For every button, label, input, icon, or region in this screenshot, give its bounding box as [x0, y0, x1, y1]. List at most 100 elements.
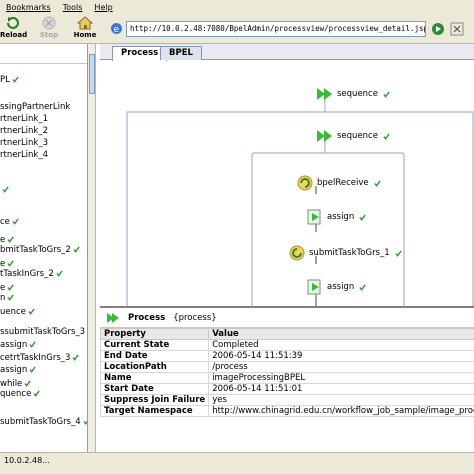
home-icon: [77, 16, 93, 30]
assign-node[interactable]: assign: [306, 208, 366, 226]
check-icon: [33, 390, 41, 397]
tree-item[interactable]: submitTaskToGrs_4: [0, 416, 87, 428]
view-tabs: Process BPEL: [100, 44, 474, 61]
check-icon: [374, 179, 381, 187]
tree-item-label: rtnerLink_3: [0, 138, 49, 148]
svg-text:e: e: [114, 25, 120, 35]
receive-node[interactable]: bpelReceive: [296, 174, 381, 192]
scrollbar-thumb[interactable]: [89, 54, 95, 94]
property-row[interactable]: End Date 2006-05-14 11:51:39: [99, 350, 474, 362]
tree-item[interactable]: [0, 184, 9, 196]
tree-item-label: ce: [0, 217, 10, 227]
stop-button[interactable]: Stop: [36, 16, 62, 42]
tree-item[interactable]: n: [0, 292, 15, 304]
check-icon: [24, 380, 31, 387]
tree-item[interactable]: rtnerLink_3: [0, 137, 48, 149]
reload-button[interactable]: Reload: [0, 16, 27, 42]
tree-header: [0, 44, 87, 64]
property-key: LocationPath: [99, 361, 210, 373]
home-button[interactable]: Home: [72, 16, 98, 42]
node-label: sequence: [337, 131, 378, 141]
sequence-node[interactable]: sequence: [316, 86, 390, 102]
diagram-frames: [126, 98, 474, 306]
assign-icon: [307, 209, 321, 225]
property-value: Completed: [208, 339, 474, 351]
property-value: http://www.chinagrid.edu.cn/workflow_job…: [208, 405, 474, 417]
node-label: assign: [327, 282, 355, 292]
url-input[interactable]: http://10.0.2.48:7080/BpelAdmin/processv…: [126, 21, 426, 37]
invoke-node[interactable]: submitTaskToGrs_1: [288, 244, 402, 262]
tree-item[interactable]: rtnerLink_2: [0, 125, 48, 137]
properties-title: Process {process}: [100, 308, 474, 328]
tree-item[interactable]: assign: [0, 364, 36, 376]
tree-item[interactable]: tTaskInGrs_2: [0, 268, 63, 280]
tree-item[interactable]: rtnerLink_4: [0, 149, 48, 161]
tree-item-label: cetrtTaskInGrs_3: [0, 353, 71, 363]
assign-node[interactable]: assign: [306, 278, 366, 296]
check-icon: [394, 249, 402, 257]
property-key: Start Date: [99, 383, 210, 395]
tree-item-label: PL: [0, 75, 10, 85]
main-content: Process BPEL sequence sequence bpelReceive…: [99, 44, 474, 452]
tree-item[interactable]: ssubmitTaskToGrs_3: [0, 326, 87, 338]
header-value: Value: [208, 328, 474, 340]
tree-item-label: bmitTaskToGrs_2: [0, 245, 71, 255]
tree-item[interactable]: quence: [0, 388, 41, 400]
tree-item[interactable]: PL: [0, 74, 19, 86]
property-key: Current State: [99, 339, 210, 351]
sequence-icon: [317, 130, 332, 142]
node-label: bpelReceive: [317, 178, 369, 188]
tree-item-label: ssingPartnerLink: [0, 102, 71, 112]
receive-icon: [297, 175, 313, 191]
tree-item-label: rtnerLink_2: [0, 126, 49, 136]
check-icon: [359, 213, 366, 221]
header-property: Property: [99, 328, 210, 340]
property-row[interactable]: LocationPath/process: [99, 361, 474, 373]
tree-item[interactable]: assign: [0, 339, 36, 351]
sequence-node[interactable]: sequence: [316, 128, 390, 144]
property-value: 2006-05-14 11:51:01: [208, 383, 474, 395]
check-icon: [7, 284, 14, 291]
properties-name: Process: [128, 312, 166, 323]
tree-item[interactable]: ce: [0, 216, 19, 228]
check-icon: [7, 236, 14, 243]
menu-help[interactable]: Help: [94, 3, 112, 12]
tree-scrollbar[interactable]: [88, 44, 96, 452]
properties-panel: Process {process} Property Value Current…: [99, 306, 474, 452]
menu-tools[interactable]: Tools: [63, 3, 83, 12]
property-key: Name: [99, 372, 210, 384]
property-value: yes: [208, 394, 474, 406]
check-icon: [7, 260, 14, 267]
tab-bpel[interactable]: BPEL: [160, 46, 202, 60]
tree-item-label: quence: [0, 389, 32, 399]
menu-bookmarks[interactable]: Bookmarks: [6, 3, 51, 12]
tree-item[interactable]: ssingPartnerLink: [0, 101, 70, 113]
status-bar: 10.0.2.48...: [0, 452, 474, 474]
property-value: 2006-05-14 11:51:39: [208, 350, 474, 362]
property-row[interactable]: Start Date 2006-05-14 11:51:01: [99, 383, 474, 395]
property-key: End Date: [99, 350, 210, 362]
property-row[interactable]: Name imageProcessingBPEL: [99, 372, 474, 384]
property-value: imageProcessingBPEL: [208, 372, 474, 384]
tree-item-label: ssubmitTaskToGrs_3: [0, 327, 86, 337]
tree-item-label: tTaskInGrs_2: [0, 269, 54, 279]
check-icon: [12, 76, 19, 83]
property-row[interactable]: Current State Completed: [99, 339, 474, 351]
tree-item[interactable]: uence: [0, 306, 35, 318]
tree-item-label: submitTaskToGrs_4: [0, 417, 81, 427]
check-icon: [2, 186, 9, 193]
properties-type: {process}: [173, 312, 217, 323]
go-icon[interactable]: [431, 22, 445, 36]
address-bar: e http://10.0.2.48:7080/BpelAdmin/proces…: [104, 14, 474, 44]
tree-item[interactable]: bmitTaskToGrs_2: [0, 244, 80, 256]
process-tree: PL ssingPartnerLink rtnerLink_1 rtnerLink_2…: [0, 44, 88, 452]
close-icon[interactable]: [450, 22, 464, 36]
browser-window: Bookmarks Tools Help Reload Stop Home e …: [0, 0, 474, 474]
property-row[interactable]: Suppress Join Failure yes: [99, 394, 474, 406]
tree-item[interactable]: cetrtTaskInGrs_3: [0, 352, 80, 364]
check-icon: [28, 308, 35, 315]
tab-process[interactable]: Process: [112, 46, 168, 61]
tree-item[interactable]: rtnerLink_1: [0, 113, 48, 125]
process-diagram: sequence sequence bpelReceive assign submitT…: [100, 60, 474, 306]
property-row[interactable]: Target Namespace http://www.chinagrid.edu…: [99, 405, 474, 417]
